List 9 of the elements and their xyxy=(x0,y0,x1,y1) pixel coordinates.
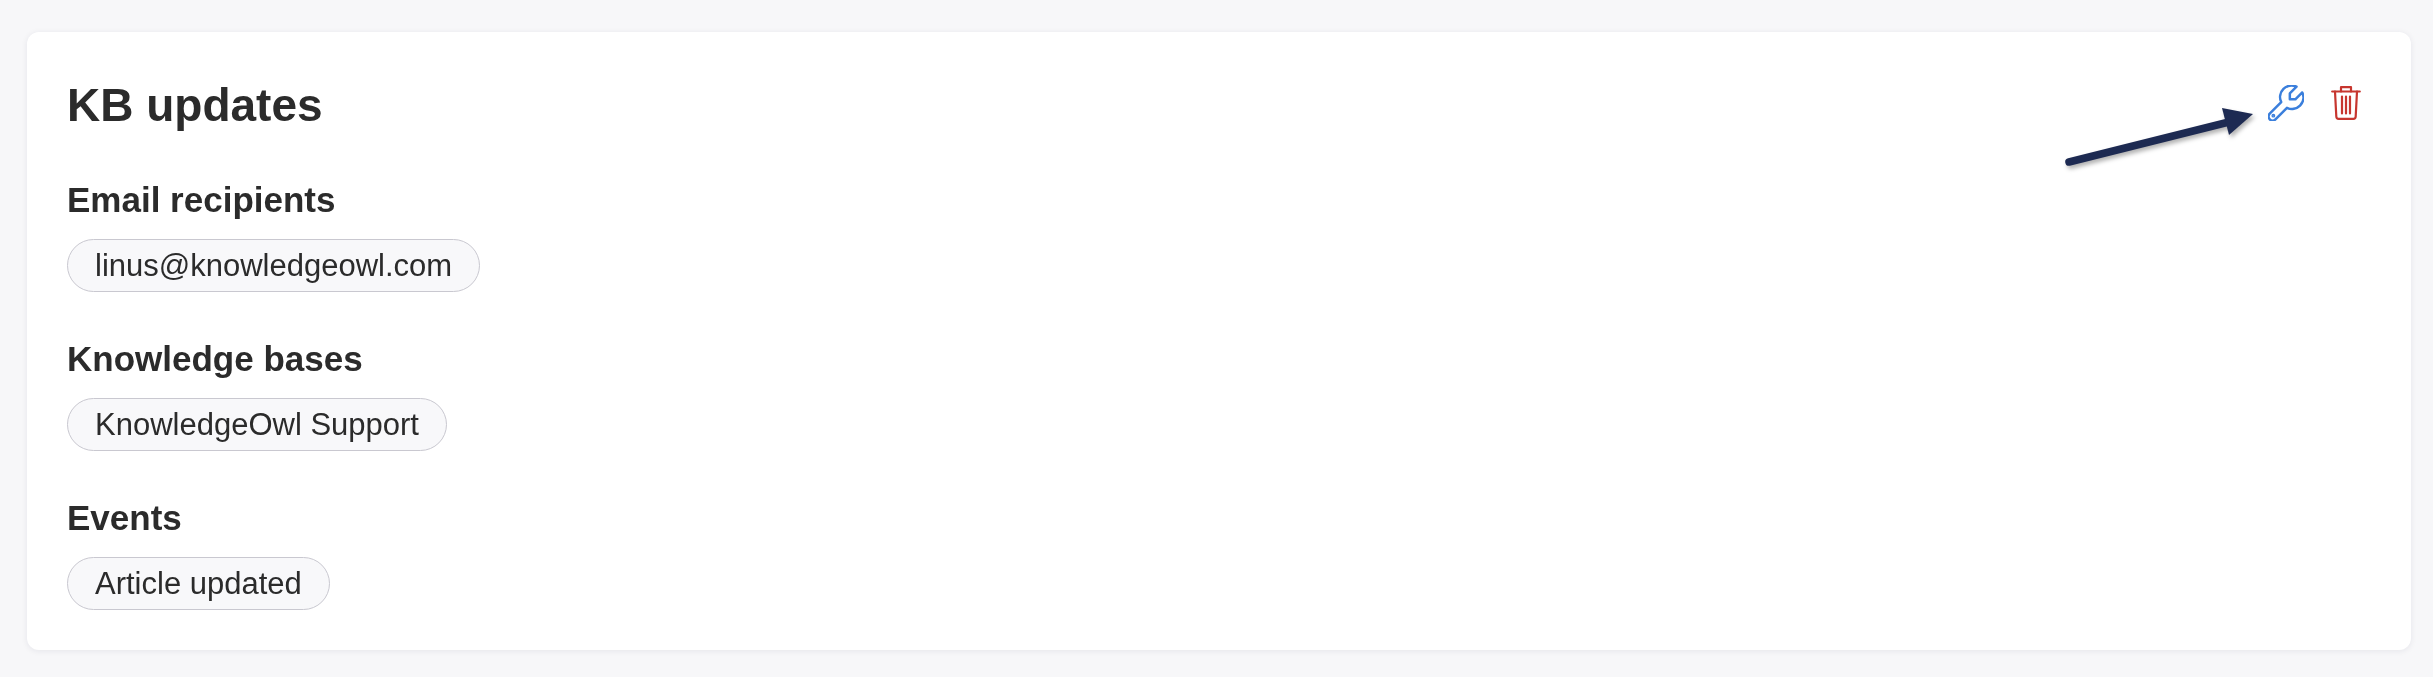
section-heading: Knowledge bases xyxy=(67,339,364,379)
wrench-icon[interactable] xyxy=(2268,84,2304,121)
section-heading: Events xyxy=(67,498,183,538)
tag-chip: linus@knowledgeowl.com xyxy=(67,239,481,292)
trash-icon[interactable] xyxy=(2331,85,2361,120)
section-heading: Email recipients xyxy=(67,180,337,220)
tag-chip: KnowledgeOwl Support xyxy=(67,398,447,451)
card-title: KB updates xyxy=(67,78,323,133)
tag-chip: Article updated xyxy=(67,557,330,610)
